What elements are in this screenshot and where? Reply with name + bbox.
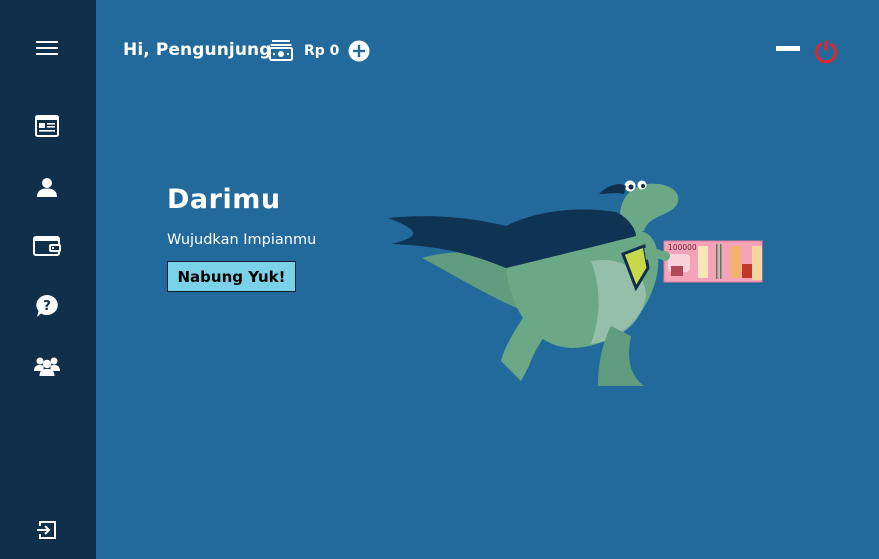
balance-amount: Rp 0 [304,43,340,59]
power-icon [815,40,837,64]
greeting: Hi, Pengunjung [123,40,272,60]
help-button[interactable]: ? [28,287,66,325]
logout-icon [37,521,56,539]
sidebar: ? [0,0,96,559]
community-button[interactable] [28,347,66,385]
power-button[interactable] [813,38,839,69]
user-icon [37,178,57,197]
dashboard-button[interactable] [28,107,66,145]
menu-button[interactable] [28,29,66,67]
money-icon [269,40,293,61]
banknote-icon: 100000 [663,240,763,283]
dinosaur-illustration: 100000 [388,180,763,386]
banknote-value: 100000 [668,243,697,252]
minimize-icon [776,46,800,51]
hero-title: Darimu [167,184,281,215]
menu-icon [36,41,58,55]
minimize-button[interactable] [776,46,800,53]
hero-subtitle: Wujudkan Impianmu [167,232,317,248]
group-icon [34,357,60,376]
help-icon: ? [36,295,58,317]
wallet-button[interactable] [28,227,66,265]
wallet-icon [33,236,61,256]
topup-button[interactable] [348,40,370,67]
profile-button[interactable] [28,168,66,206]
plus-circle-icon [348,40,370,62]
svg-text:?: ? [43,299,51,314]
dashboard-icon [35,115,59,137]
save-now-button[interactable]: Nabung Yuk! [167,261,296,292]
logout-button[interactable] [28,511,66,549]
balance-wallet[interactable] [269,39,293,66]
